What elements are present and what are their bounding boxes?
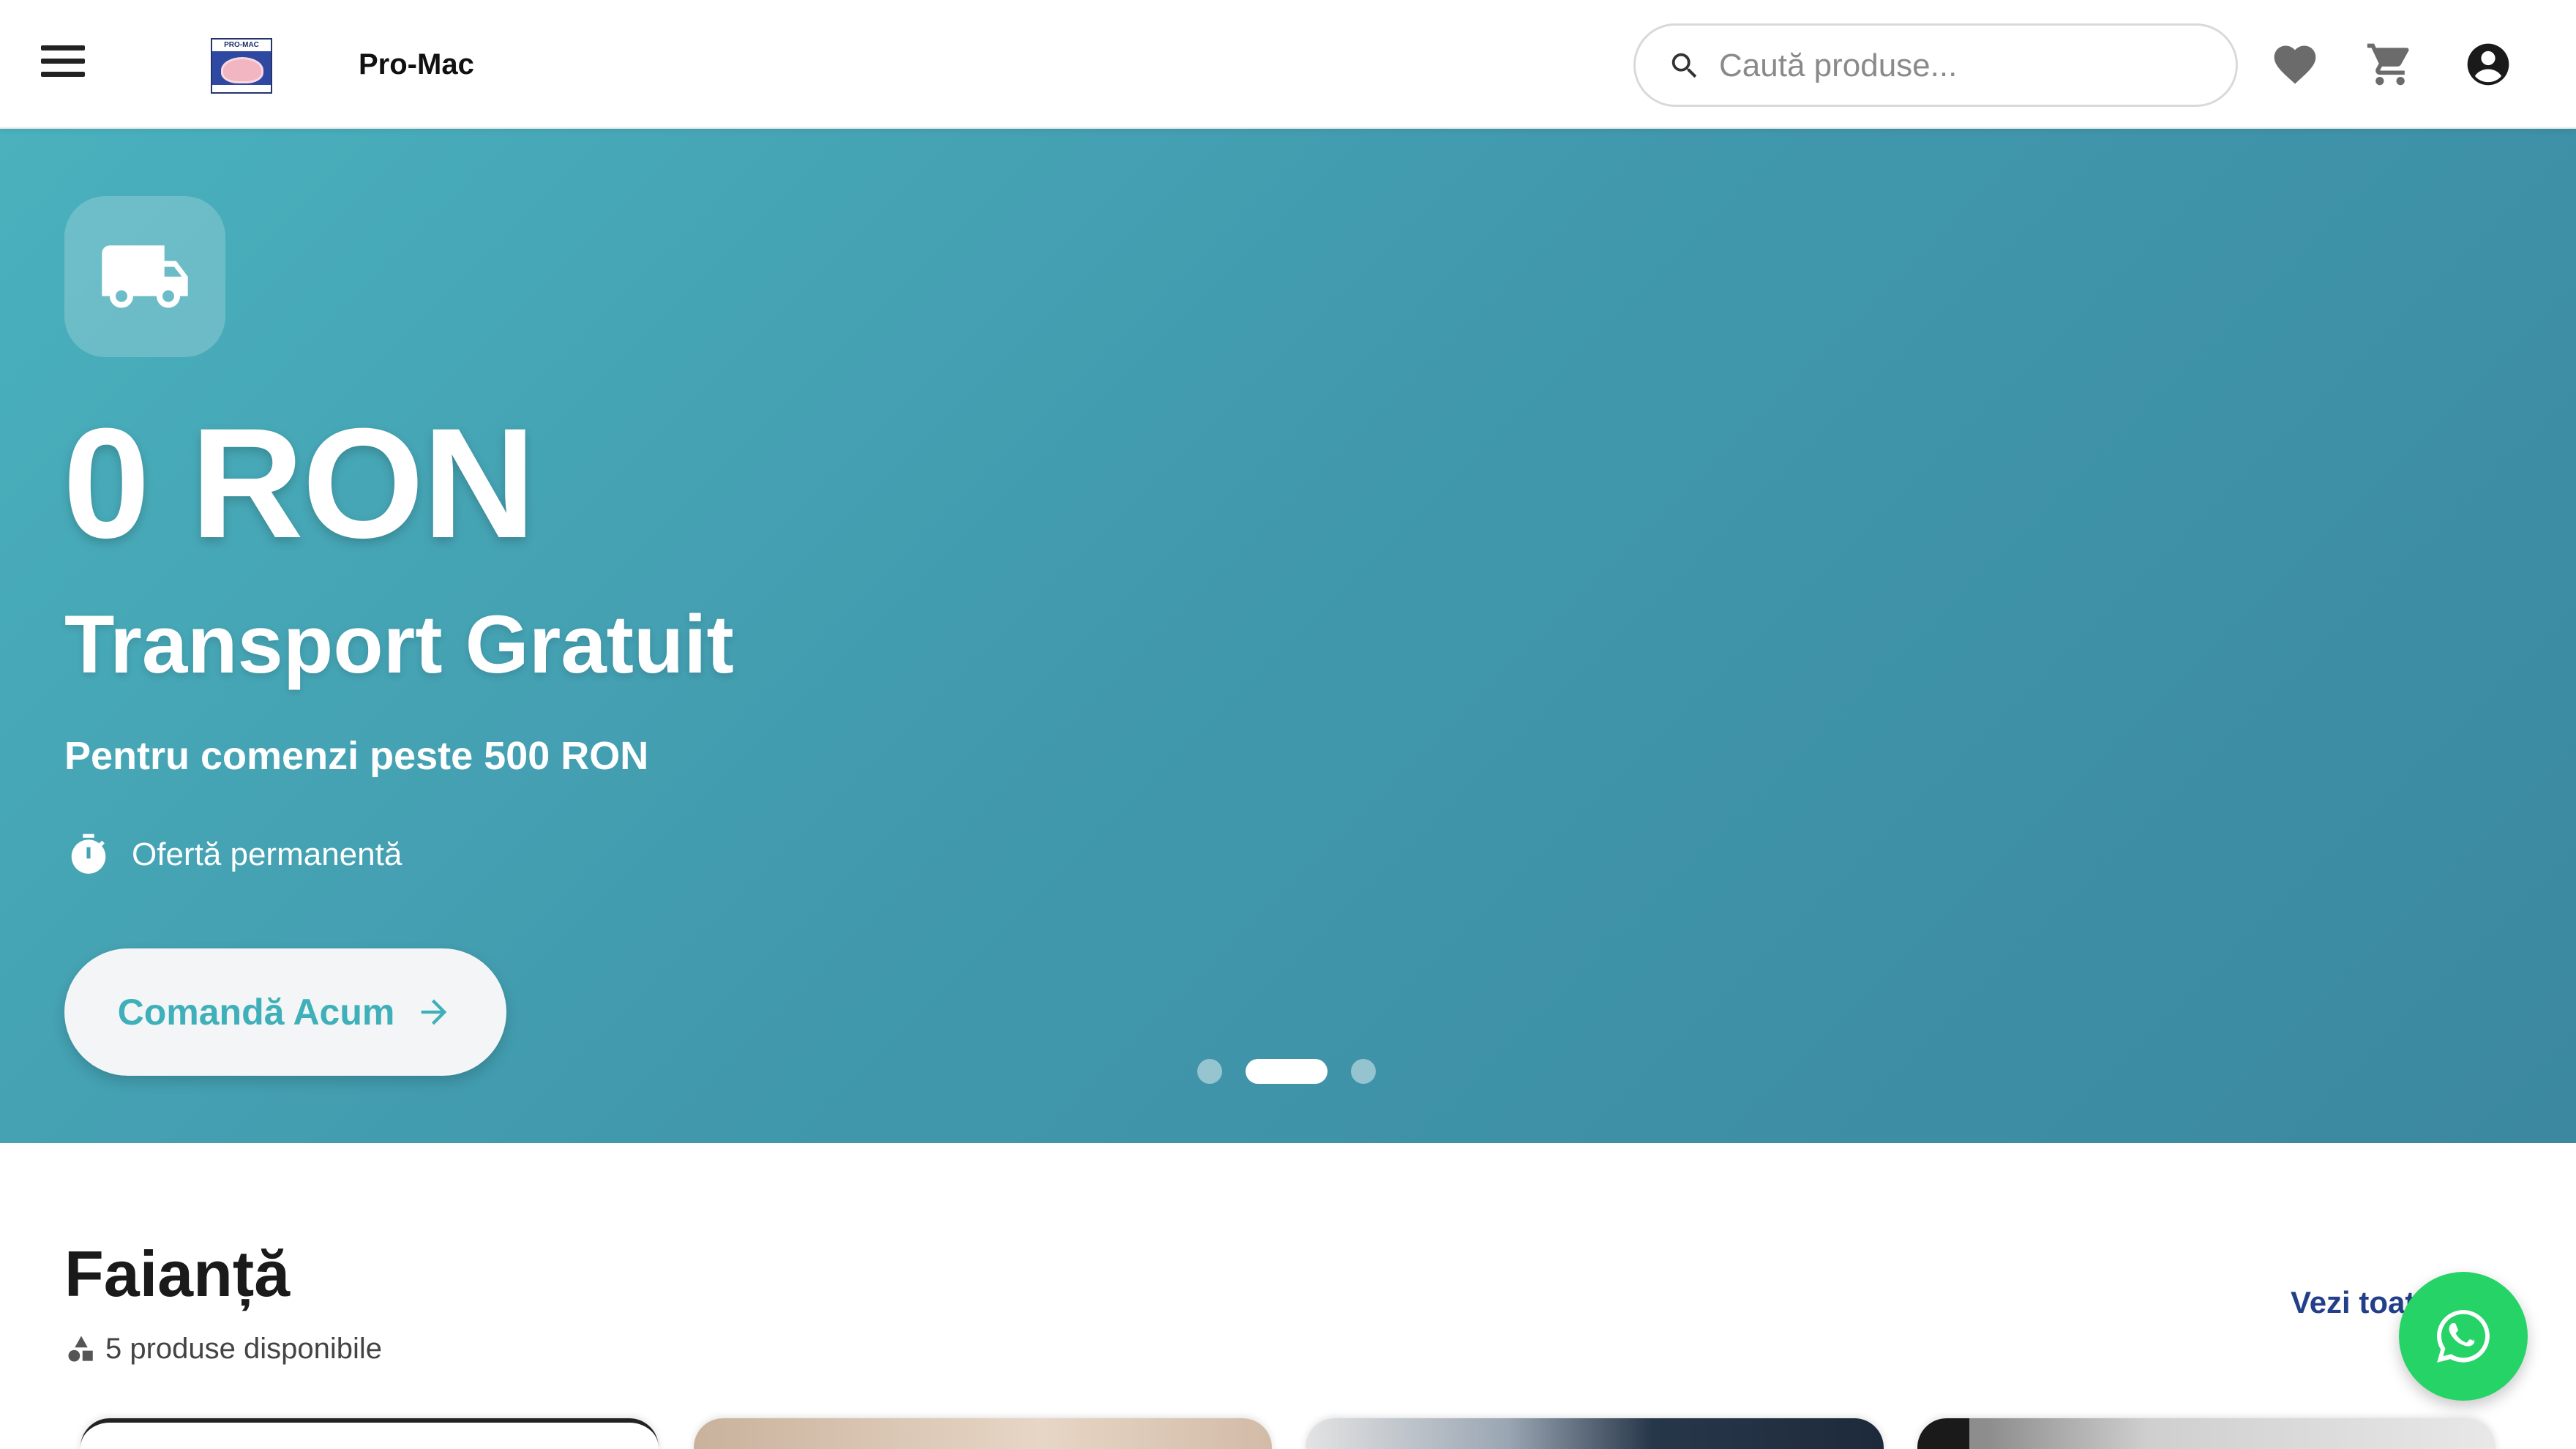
logo-text: PRO-MAC <box>212 40 271 51</box>
carousel-indicators <box>1197 1058 1399 1085</box>
arrow-right-icon <box>422 999 447 1025</box>
order-now-label: Comandă Acum <box>117 992 395 1033</box>
menu-icon[interactable] <box>41 45 85 83</box>
brand-name[interactable]: Pro-Mac <box>359 48 474 81</box>
order-now-button[interactable]: Comandă Acum <box>64 948 506 1076</box>
whatsapp-button[interactable] <box>2399 1272 2528 1401</box>
hero-title: Transport Gratuit <box>64 599 734 690</box>
product-card[interactable] <box>80 1418 659 1449</box>
turtle-shell-graphic <box>221 57 263 83</box>
offer-tag: Ofertă permanentă <box>66 831 402 878</box>
search-bar[interactable] <box>1633 23 2238 107</box>
truck-icon <box>102 245 188 308</box>
hero-price: 0 RON <box>63 396 536 571</box>
search-icon <box>1671 53 1697 78</box>
cart-icon[interactable] <box>2365 40 2415 89</box>
hero-icon-container <box>64 196 225 357</box>
product-count-text: 5 produse disponibile <box>105 1332 383 1365</box>
timer-icon <box>71 834 106 874</box>
search-input[interactable] <box>1719 42 2217 90</box>
promo-banner[interactable]: 0 RON Transport Gratuit Pentru comenzi p… <box>0 129 2576 1143</box>
brand-logo[interactable]: PRO-MAC <box>211 38 272 94</box>
product-card[interactable] <box>1306 1418 1884 1449</box>
section-title: Faianță <box>64 1238 291 1310</box>
shapes-icon <box>68 1336 93 1362</box>
product-card[interactable] <box>1917 1418 2496 1449</box>
whatsapp-icon <box>2437 1310 2490 1363</box>
product-card[interactable] <box>694 1418 1272 1449</box>
carousel-dot-2[interactable] <box>1246 1059 1328 1084</box>
account-icon[interactable] <box>2463 40 2513 89</box>
hero-subtitle: Pentru comenzi peste 500 RON <box>64 734 649 778</box>
carousel-dot-3[interactable] <box>1351 1059 1376 1084</box>
offer-tag-text: Ofertă permanentă <box>132 836 402 872</box>
top-app-bar: PRO-MAC Pro-Mac <box>0 0 2576 129</box>
heart-icon[interactable] <box>2270 40 2320 89</box>
carousel-dot-1[interactable] <box>1197 1059 1222 1084</box>
product-count: 5 produse disponibile <box>66 1330 382 1367</box>
